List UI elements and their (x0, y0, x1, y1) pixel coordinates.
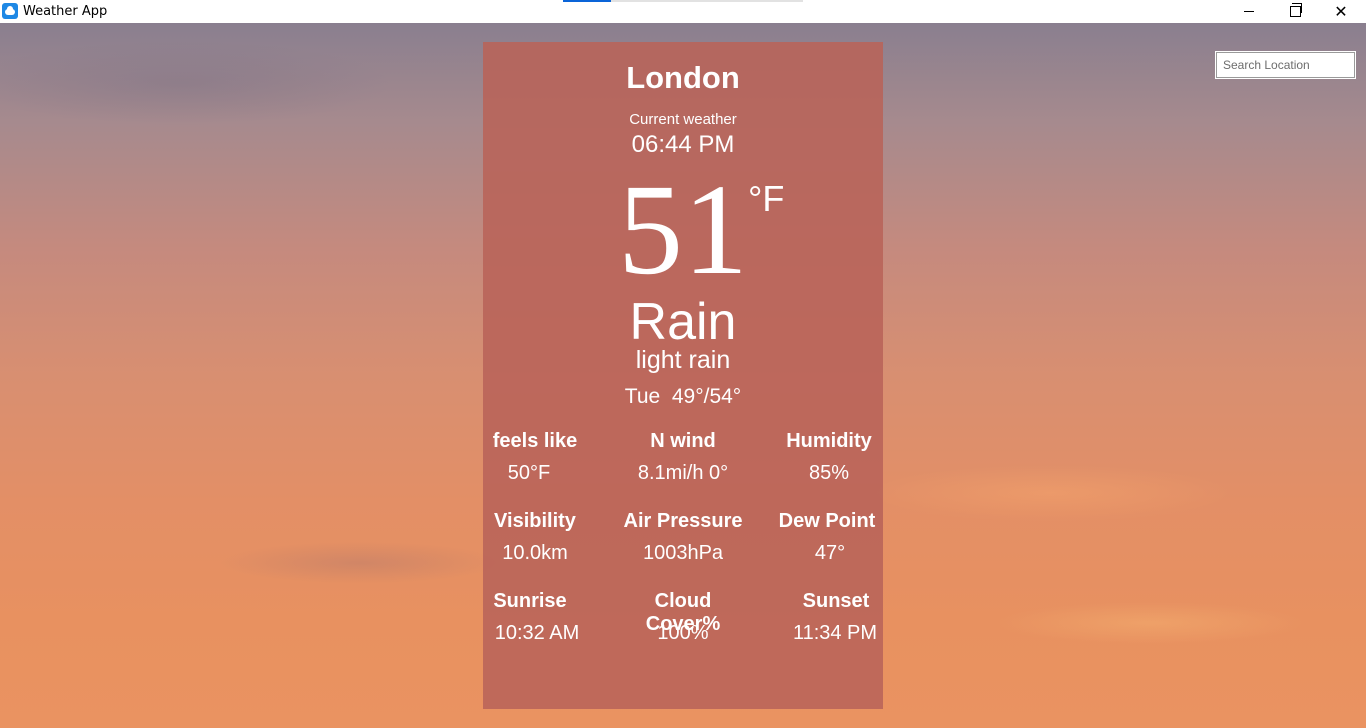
air-pressure-value: 1003hPa (642, 542, 724, 564)
weather-card: London Current weather 06:44 PM 51 °F Ra… (483, 42, 883, 709)
restore-button[interactable] (1272, 0, 1318, 23)
visibility-label: Visibility (494, 510, 576, 532)
wind-label: N wind (650, 430, 716, 452)
minimize-icon (1244, 11, 1254, 12)
visibility-value: 10.0km (502, 542, 568, 564)
feels-like-value: 50°F (507, 462, 551, 484)
minimize-button[interactable] (1226, 0, 1272, 23)
weather-condition: Rain (629, 293, 737, 351)
day-temp-range: Tue 49°/54° (624, 385, 742, 408)
dew-point-value: 47° (814, 542, 846, 564)
sunset-value: 11:34 PM (792, 622, 878, 644)
sunset-label: Sunset (802, 590, 870, 612)
search-location-input[interactable] (1215, 51, 1356, 79)
active-tab-indicator (563, 0, 611, 2)
sunrise-label: Sunrise (493, 590, 567, 612)
window-title: Weather App (23, 4, 108, 19)
tab-strip (563, 0, 803, 2)
city-name: London (626, 60, 740, 95)
restore-icon (1289, 3, 1302, 17)
humidity-label: Humidity (786, 430, 872, 452)
temperature-value: 51 (618, 158, 748, 302)
dew-point-label: Dew Point (778, 510, 876, 532)
close-button[interactable]: ✕ (1318, 0, 1364, 23)
feels-like-label: feels like (492, 430, 578, 452)
temperature-unit: °F (748, 178, 785, 219)
title-bar: Weather App ✕ (0, 0, 1366, 23)
cloud-cover-value: 100% (657, 622, 709, 644)
weather-description: light rain (635, 346, 731, 374)
sunrise-value: 10:32 AM (494, 622, 580, 644)
wind-value: 8.1mi/h 0° (637, 462, 729, 484)
current-time: 06:44 PM (631, 131, 735, 158)
close-icon: ✕ (1334, 1, 1348, 21)
weather-cloud-icon (2, 3, 18, 19)
humidity-value: 85% (808, 462, 850, 484)
current-weather-label: Current weather (629, 111, 737, 128)
air-pressure-label: Air Pressure (623, 510, 743, 532)
